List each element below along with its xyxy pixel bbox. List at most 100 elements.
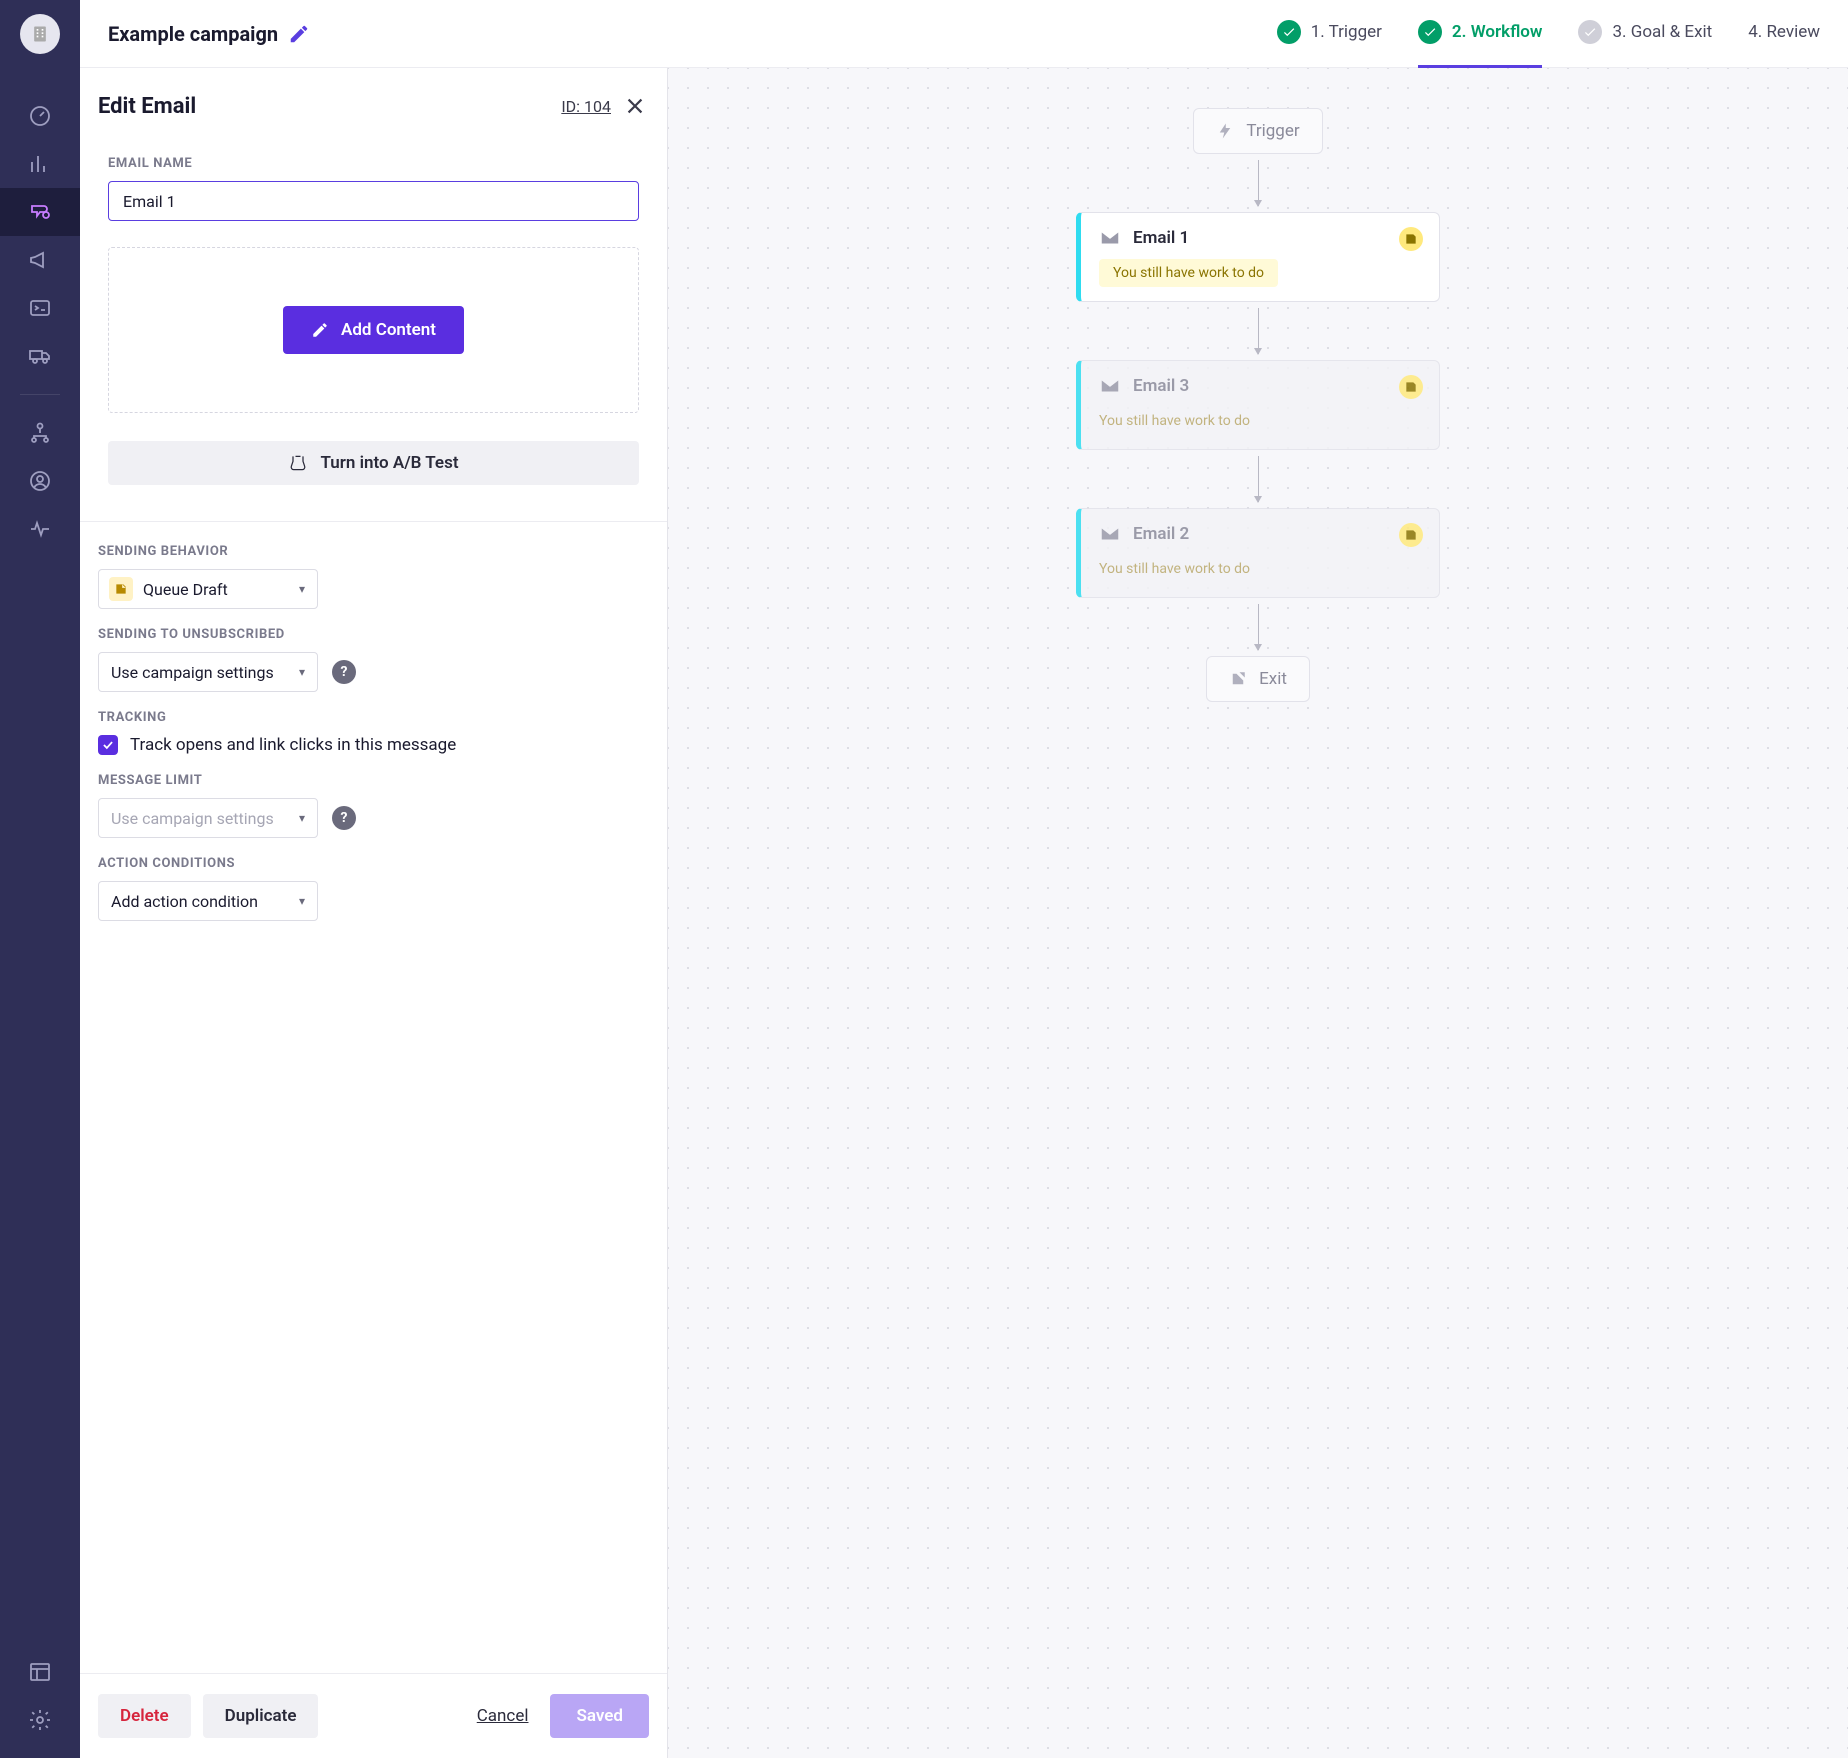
trigger-node[interactable]: Trigger [1193,108,1322,154]
tracking-checkbox-label: Track opens and link clicks in this mess… [130,735,456,755]
step-goal-exit[interactable]: 3. Goal & Exit [1578,0,1712,68]
check-badge [1418,20,1442,44]
email-node-1[interactable]: Email 1 You still have work to do [1076,212,1440,302]
megaphone-icon [28,248,52,272]
edit-email-panel: Edit Email ID: 104 EMAIL NAME [80,68,668,1758]
unsubscribed-help[interactable]: ? [332,660,356,684]
unsubscribed-label: SENDING TO UNSUBSCRIBED [98,627,649,642]
work-tag: You still have work to do [1099,407,1264,435]
exit-node[interactable]: Exit [1206,656,1310,702]
action-condition-select[interactable]: Add action condition [98,881,318,921]
duplicate-button[interactable]: Duplicate [203,1694,319,1738]
check-icon [1423,25,1437,39]
draft-badge [1399,375,1423,399]
activity-icon [28,517,52,541]
step-workflow[interactable]: 2. Workflow [1418,0,1543,68]
main: Example campaign 1. Trigger 2. Workflow … [80,0,1848,1758]
email-node-3[interactable]: Email 2 You still have work to do [1076,508,1440,598]
draft-icon [1404,380,1418,394]
nav-broadcasts[interactable] [0,236,80,284]
email-id-link[interactable]: ID: 104 [561,97,611,116]
header: Example campaign 1. Trigger 2. Workflow … [80,0,1848,68]
tracking-label: TRACKING [98,710,649,725]
close-panel-button[interactable] [621,92,649,120]
nav-data[interactable] [0,1648,80,1696]
nav-activity[interactable] [0,505,80,553]
bar-chart-icon [28,152,52,176]
check-badge [1578,20,1602,44]
nav-people[interactable] [0,409,80,457]
check-icon [1282,25,1296,39]
action-conditions-label: ACTION CONDITIONS [98,856,649,871]
work-tag: You still have work to do [1099,555,1264,583]
panel-title: Edit Email [98,94,196,119]
unsubscribed-value: Use campaign settings [111,663,274,682]
email-node-title: Email 1 [1133,228,1189,248]
exit-icon [1229,670,1247,688]
edit-campaign-name-button[interactable] [288,23,310,45]
step-label: 4. Review [1748,22,1820,42]
truck-icon [28,344,52,368]
draft-icon [1404,528,1418,542]
target-message-icon [28,200,52,224]
cancel-link[interactable]: Cancel [477,1706,529,1726]
step-trigger[interactable]: 1. Trigger [1277,0,1382,68]
delete-button[interactable]: Delete [98,1694,191,1738]
nav-campaigns[interactable] [0,188,80,236]
connector [1258,160,1259,206]
exit-label: Exit [1259,669,1287,689]
sidebar-divider [20,394,60,395]
turn-into-ab-test-button[interactable]: Turn into A/B Test [108,441,639,485]
message-limit-help[interactable]: ? [332,806,356,830]
nav-delivery[interactable] [0,332,80,380]
draft-icon [109,577,133,601]
check-icon [1583,25,1597,39]
workflow-canvas[interactable]: Trigger Email 1 You still have work to d… [668,68,1848,1758]
saved-button[interactable]: Saved [550,1694,649,1738]
gauge-icon [28,104,52,128]
nav-reports[interactable] [0,140,80,188]
envelope-icon [1099,375,1121,397]
draft-badge [1399,523,1423,547]
email-name-label: EMAIL NAME [108,156,639,171]
ab-test-icon [288,453,308,473]
ab-test-label: Turn into A/B Test [320,453,458,473]
sending-behavior-select[interactable]: Queue Draft [98,569,318,609]
message-limit-select[interactable]: Use campaign settings [98,798,318,838]
check-badge [1277,20,1301,44]
envelope-icon [1099,523,1121,545]
close-icon [624,95,646,117]
trigger-label: Trigger [1246,121,1299,141]
add-content-button[interactable]: Add Content [283,306,464,354]
connector [1258,604,1259,650]
building-icon [30,24,50,44]
email-name-input[interactable] [108,181,639,221]
connector [1258,456,1259,502]
check-icon [101,738,115,752]
panel-footer: Delete Duplicate Cancel Saved [80,1673,667,1758]
connector [1258,308,1259,354]
tracking-checkbox[interactable] [98,735,118,755]
add-content-label: Add Content [341,320,436,340]
sending-behavior-label: SENDING BEHAVIOR [98,544,649,559]
draft-icon [1404,232,1418,246]
workspace-logo[interactable] [20,14,60,54]
pencil-icon [311,321,329,339]
terminal-icon [28,296,52,320]
email-node-title: Email 2 [1133,524,1189,544]
nav-segments[interactable] [0,457,80,505]
person-circle-icon [28,469,52,493]
email-node-2[interactable]: Email 3 You still have work to do [1076,360,1440,450]
step-label: 2. Workflow [1452,22,1543,42]
unsubscribed-select[interactable]: Use campaign settings [98,652,318,692]
action-condition-value: Add action condition [111,892,258,911]
nav-transactional[interactable] [0,284,80,332]
nav-dashboard[interactable] [0,92,80,140]
step-review[interactable]: 4. Review [1748,0,1820,68]
sidebar [0,0,80,1758]
envelope-icon [1099,227,1121,249]
step-label: 1. Trigger [1311,22,1382,42]
work-tag: You still have work to do [1099,259,1278,287]
sending-behavior-value: Queue Draft [143,580,228,599]
nav-settings[interactable] [0,1696,80,1744]
